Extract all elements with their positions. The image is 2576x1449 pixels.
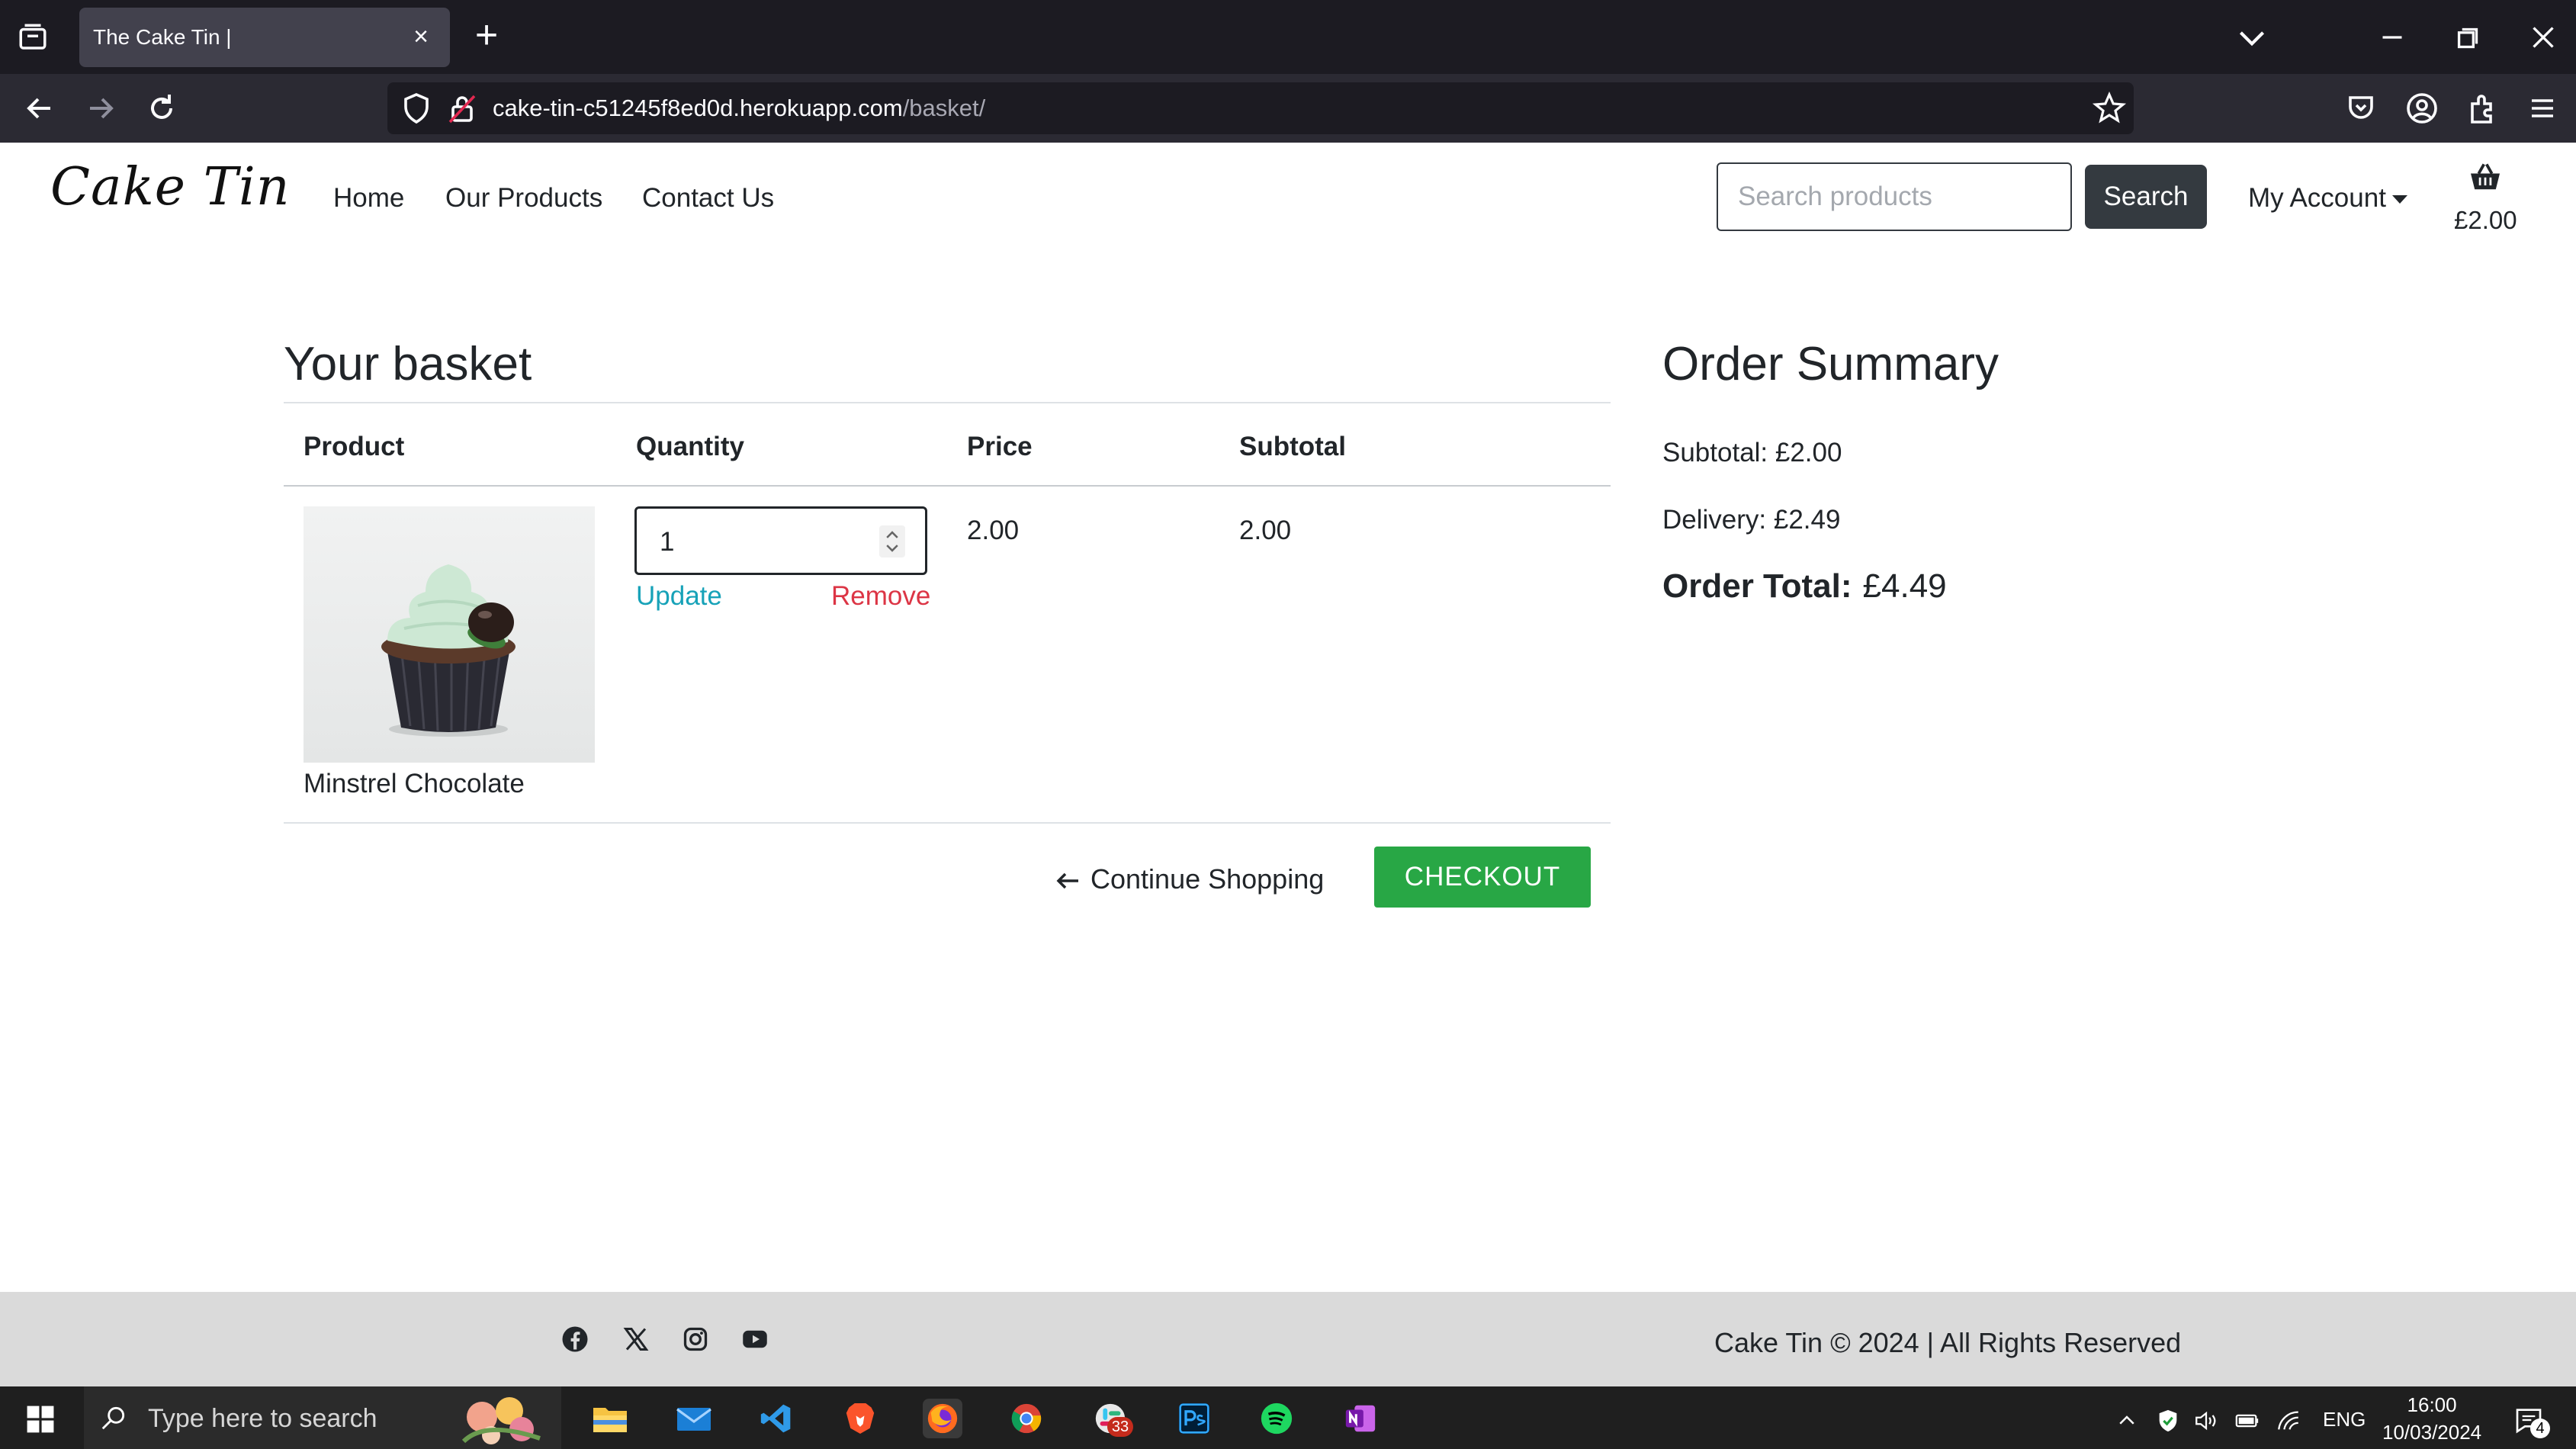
flowers-icon	[461, 1397, 541, 1444]
column-header-price: Price	[967, 432, 1033, 461]
account-icon[interactable]	[2404, 90, 2440, 127]
item-price: 2.00	[967, 516, 1020, 545]
clock-time: 16:00	[2407, 1393, 2457, 1416]
wifi-icon[interactable]	[2276, 1408, 2301, 1434]
bookmark-star-icon[interactable]	[2091, 90, 2128, 127]
security-shield-icon[interactable]	[2155, 1408, 2181, 1434]
basket-total[interactable]: £2.00	[2454, 206, 2517, 235]
chrome-icon[interactable]	[1007, 1399, 1046, 1438]
extensions-icon[interactable]	[2465, 90, 2501, 127]
update-link[interactable]: Update	[636, 581, 722, 612]
taskbar-clock[interactable]: 16:00 10/03/2024	[2382, 1391, 2481, 1446]
notification-count-badge: 4	[2530, 1418, 2550, 1438]
reload-icon[interactable]	[143, 90, 180, 127]
checkout-button[interactable]: CHECKOUT	[1374, 847, 1591, 908]
continue-shopping-link[interactable]: Continue Shopping	[1055, 863, 1324, 895]
shield-icon[interactable]	[398, 90, 435, 127]
onenote-icon[interactable]	[1341, 1399, 1380, 1438]
chevron-up-icon[interactable]	[2115, 1409, 2138, 1432]
tab-title: The Cake Tin |	[93, 25, 232, 49]
summary-subtotal: Subtotal: £2.00	[1662, 438, 1842, 467]
battery-icon[interactable]	[2234, 1408, 2260, 1434]
product-name: Minstrel Chocolate	[304, 769, 525, 798]
arrow-left-icon	[1056, 873, 1078, 889]
site-logo[interactable]: Cake Tin	[50, 157, 291, 217]
search-button[interactable]: Search	[2085, 165, 2207, 229]
continue-shopping-label: Continue Shopping	[1090, 863, 1325, 895]
quantity-value: 1	[660, 527, 675, 557]
mail-icon[interactable]	[674, 1399, 714, 1438]
close-tab-icon[interactable]: ×	[409, 24, 433, 50]
brave-icon[interactable]	[840, 1399, 880, 1438]
language-indicator[interactable]: ENG	[2323, 1408, 2366, 1431]
column-header-quantity: Quantity	[636, 432, 744, 461]
forward-icon[interactable]	[82, 90, 119, 127]
url-text: cake-tin-c51245f8ed0d.herokuapp.com/bask…	[493, 95, 986, 121]
minimize-icon[interactable]	[2373, 18, 2411, 56]
list-all-tabs-icon[interactable]	[2233, 18, 2271, 56]
remove-link[interactable]: Remove	[831, 581, 930, 612]
my-account-label: My Account	[2248, 183, 2386, 213]
windows-start-icon[interactable]	[26, 1405, 55, 1434]
firefox-icon[interactable]	[923, 1399, 962, 1438]
instagram-icon[interactable]	[682, 1325, 709, 1353]
x-icon[interactable]	[622, 1325, 650, 1353]
photoshop-icon[interactable]	[1174, 1399, 1214, 1438]
copyright-text: Cake Tin © 2024 | All Rights Reserved	[1714, 1327, 2182, 1358]
column-header-subtotal: Subtotal	[1239, 432, 1346, 461]
order-total-value: £4.49	[1862, 567, 1947, 605]
lock-icon[interactable]	[444, 90, 480, 127]
taskbar-search-placeholder: Type here to search	[148, 1404, 377, 1433]
pocket-icon[interactable]	[2343, 90, 2379, 127]
site-footer	[0, 1292, 2576, 1386]
summary-order-total: Order Total: £4.49	[1662, 567, 1947, 606]
page-title: Your basket	[284, 338, 532, 390]
tab-list-icon[interactable]	[17, 21, 49, 53]
slack-notification-badge: 33	[1107, 1417, 1133, 1437]
summary-delivery: Delivery: £2.49	[1662, 505, 1841, 535]
youtube-icon[interactable]	[741, 1325, 769, 1353]
quantity-stepper[interactable]	[879, 525, 905, 557]
item-subtotal: 2.00	[1239, 516, 1292, 545]
file-explorer-icon[interactable]	[590, 1399, 630, 1438]
vscode-icon[interactable]	[756, 1399, 796, 1438]
table-header-divider	[284, 485, 1611, 487]
caret-down-icon	[2391, 195, 2407, 204]
order-total-label: Order Total:	[1662, 567, 1852, 605]
spotify-icon[interactable]	[1257, 1399, 1296, 1438]
nav-our-products[interactable]: Our Products	[445, 183, 602, 214]
facebook-icon[interactable]	[561, 1325, 589, 1353]
my-account-dropdown[interactable]: My Account	[2248, 183, 2407, 214]
nav-contact-us[interactable]: Contact Us	[642, 183, 774, 214]
divider	[284, 402, 1611, 403]
basket-icon[interactable]	[2469, 162, 2501, 191]
back-icon[interactable]	[21, 90, 58, 127]
nav-home[interactable]: Home	[333, 183, 404, 214]
search-icon	[101, 1406, 125, 1430]
order-summary-title: Order Summary	[1662, 338, 1999, 390]
product-image	[304, 506, 595, 763]
table-footer-divider	[284, 822, 1611, 824]
restore-icon[interactable]	[2448, 18, 2486, 56]
column-header-product: Product	[304, 432, 405, 461]
clock-date: 10/03/2024	[2382, 1421, 2482, 1444]
quantity-input[interactable]: 1	[634, 506, 927, 575]
menu-icon[interactable]	[2524, 90, 2561, 127]
close-window-icon[interactable]	[2524, 18, 2562, 56]
volume-icon[interactable]	[2193, 1408, 2219, 1434]
search-input[interactable]	[1717, 162, 2072, 231]
browser-tab-active[interactable]: The Cake Tin | ×	[79, 8, 450, 67]
new-tab-icon[interactable]: +	[470, 15, 503, 55]
